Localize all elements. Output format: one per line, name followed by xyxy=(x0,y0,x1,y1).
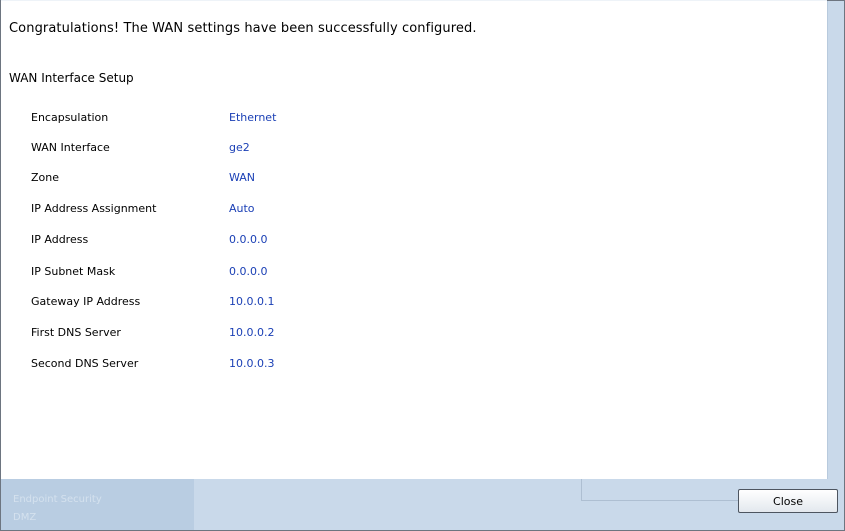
summary-row-first-dns: First DNS Server 10.0.0.2 xyxy=(31,326,431,346)
row-label: First DNS Server xyxy=(31,326,121,339)
row-label: IP Address Assignment xyxy=(31,202,157,215)
row-label: IP Address xyxy=(31,233,89,246)
summary-panel: Congratulations! The WAN settings have b… xyxy=(1,1,827,479)
ghost-nav-item: DMZ xyxy=(13,512,37,523)
footer-background-nav: Endpoint Security DMZ xyxy=(1,479,194,530)
summary-row-wan-interface: WAN Interface ge2 xyxy=(31,141,431,161)
row-value: Ethernet xyxy=(229,111,277,124)
summary-row-gateway: Gateway IP Address 10.0.0.1 xyxy=(31,295,431,315)
row-label: Zone xyxy=(31,171,60,184)
row-label: Encapsulation xyxy=(31,111,109,124)
section-title: WAN Interface Setup xyxy=(9,71,134,85)
footer-divider xyxy=(581,479,582,501)
row-value: 0.0.0.0 xyxy=(229,233,268,246)
success-message: Congratulations! The WAN settings have b… xyxy=(9,21,477,36)
row-label: Second DNS Server xyxy=(31,357,139,370)
row-label: IP Subnet Mask xyxy=(31,265,116,278)
row-value: ge2 xyxy=(229,141,250,154)
summary-row-ip-assignment: IP Address Assignment Auto xyxy=(31,202,431,222)
wizard-footer: Endpoint Security DMZ Close xyxy=(1,479,844,530)
row-label: WAN Interface xyxy=(31,141,110,154)
summary-row-subnet-mask: IP Subnet Mask 0.0.0.0 xyxy=(31,265,431,285)
row-value: 0.0.0.0 xyxy=(229,265,268,278)
row-label: Gateway IP Address xyxy=(31,295,141,308)
summary-row-ip-address: IP Address 0.0.0.0 xyxy=(31,233,431,253)
row-value: WAN xyxy=(229,171,256,184)
row-value: Auto xyxy=(229,202,255,215)
summary-row-second-dns: Second DNS Server 10.0.0.3 xyxy=(31,357,431,377)
row-value: 10.0.0.2 xyxy=(229,326,275,339)
row-value: 10.0.0.1 xyxy=(229,295,275,308)
row-value: 10.0.0.3 xyxy=(229,357,275,370)
summary-row-encapsulation: Encapsulation Ethernet xyxy=(31,111,431,131)
right-sidebar-strip xyxy=(827,1,844,479)
ghost-nav-item: Endpoint Security xyxy=(13,494,102,505)
summary-row-zone: Zone WAN xyxy=(31,171,431,191)
close-button[interactable]: Close xyxy=(738,489,838,513)
